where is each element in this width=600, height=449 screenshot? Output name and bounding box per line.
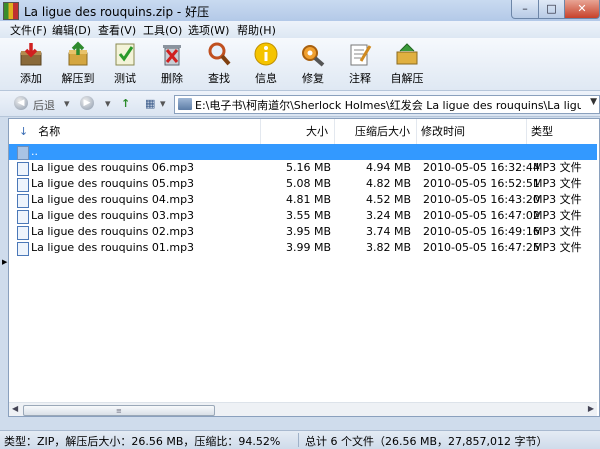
find-button[interactable]: 查找	[193, 40, 245, 88]
repair-icon	[302, 45, 325, 67]
find-icon	[208, 42, 231, 66]
up-folder-icon[interactable]: ↑	[121, 97, 130, 110]
self-extract-button[interactable]: 自解压	[381, 40, 433, 88]
back-label[interactable]: 后退	[33, 97, 55, 113]
mp3-file-icon	[17, 210, 29, 224]
column-modified[interactable]: 修改时间	[417, 119, 527, 144]
address-dropdown-icon[interactable]: ▼	[590, 97, 597, 107]
parent-folder-icon	[17, 146, 29, 160]
menu-edit[interactable]: 编辑(D)	[50, 22, 93, 38]
scrollbar-thumb[interactable]: ≡	[23, 405, 215, 416]
file-row[interactable]: La ligue des rouquins 05.mp3 5.08 MB 4.8…	[9, 176, 597, 192]
menu-bar: 文件(F) 编辑(D) 查看(V) 工具(O) 选项(W) 帮助(H)	[0, 21, 600, 38]
comment-button[interactable]: 注释	[334, 40, 386, 88]
haozip-app-icon	[3, 2, 19, 20]
mp3-file-icon	[17, 162, 29, 176]
column-packed-size[interactable]: 压缩后大小	[335, 119, 417, 144]
file-row[interactable]: La ligue des rouquins 01.mp3 3.99 MB 3.8…	[9, 240, 597, 256]
file-row[interactable]: La ligue des rouquins 02.mp3 3.95 MB 3.7…	[9, 224, 597, 240]
column-name[interactable]: ↓ 名称	[9, 119, 261, 144]
toolbar: 添加 解压到 测试 删除 查找 信息 修复 注释 自解压	[0, 38, 600, 91]
mp3-file-icon	[17, 178, 29, 192]
total-summary: 总计 6 个文件（26.56 MB，27,857,012 字节）	[305, 435, 548, 448]
column-size[interactable]: 大小	[261, 119, 335, 144]
menu-options[interactable]: 选项(W)	[186, 22, 231, 38]
folder-icon	[178, 98, 192, 110]
back-icon[interactable]: ◀	[14, 96, 28, 110]
scroll-left-icon[interactable]: ◀	[12, 404, 18, 413]
delete-icon	[163, 45, 181, 66]
horizontal-scrollbar[interactable]: ◀ ≡ ▶	[9, 402, 597, 416]
maximize-button[interactable]: □	[538, 0, 565, 19]
minimize-button[interactable]: –	[511, 0, 539, 19]
status-bar: 类型：ZIP，解压后大小：26.56 MB，压缩比：94.52% 总计 6 个文…	[0, 430, 600, 449]
test-icon	[115, 43, 135, 66]
expand-panel-icon[interactable]: ▶	[2, 258, 7, 266]
status-divider	[298, 433, 299, 447]
self-extract-icon	[396, 43, 418, 65]
mp3-file-icon	[17, 194, 29, 208]
address-bar: ◀ 后退 ▾ ▶ ▾ ↑ ▦ ▾ E:\电子书\柯南道尔\Sherlock Ho…	[0, 91, 600, 117]
window-title: La ligue des rouquins.zip - 好压	[24, 5, 210, 19]
address-path[interactable]: E:\电子书\柯南道尔\Sherlock Holmes\红发会 La ligue…	[195, 97, 581, 113]
scroll-right-icon[interactable]: ▶	[588, 404, 594, 413]
menu-help[interactable]: 帮助(H)	[235, 22, 278, 38]
mp3-file-icon	[17, 226, 29, 240]
file-row[interactable]: La ligue des rouquins 03.mp3 3.55 MB 3.2…	[9, 208, 597, 224]
view-dropdown-icon[interactable]: ▾	[160, 97, 166, 110]
side-panel-grip[interactable]: ▶	[0, 118, 8, 417]
comment-icon	[350, 44, 372, 66]
list-header: ↓ 名称 大小 压缩后大小 修改时间 类型	[9, 119, 597, 145]
title-bar: La ligue des rouquins.zip - 好压 – □ ✕	[0, 0, 600, 22]
info-icon	[254, 42, 278, 66]
view-mode-icon[interactable]: ▦	[145, 97, 155, 110]
menu-file[interactable]: 文件(F)	[8, 22, 49, 38]
test-button[interactable]: 测试	[99, 40, 151, 88]
forward-dropdown-icon[interactable]: ▾	[105, 97, 111, 110]
parent-folder-row[interactable]: ..	[9, 144, 597, 160]
back-dropdown-icon[interactable]: ▾	[64, 97, 70, 110]
add-icon	[20, 43, 42, 66]
archive-info: 类型：ZIP，解压后大小：26.56 MB，压缩比：94.52%	[4, 435, 281, 448]
add-button[interactable]: 添加	[5, 40, 57, 88]
file-list: ↓ 名称 大小 压缩后大小 修改时间 类型 .. La ligue des rou…	[8, 118, 600, 417]
grip-icon: ≡	[116, 407, 122, 415]
file-row[interactable]: La ligue des rouquins 06.mp3 5.16 MB 4.9…	[9, 160, 597, 176]
address-field[interactable]: E:\电子书\柯南道尔\Sherlock Holmes\红发会 La ligue…	[174, 95, 600, 114]
delete-button[interactable]: 删除	[146, 40, 198, 88]
file-row[interactable]: La ligue des rouquins 04.mp3 4.81 MB 4.5…	[9, 192, 597, 208]
mp3-file-icon	[17, 242, 29, 256]
forward-icon[interactable]: ▶	[80, 96, 94, 110]
info-button[interactable]: 信息	[240, 40, 292, 88]
menu-view[interactable]: 查看(V)	[96, 22, 138, 38]
column-type[interactable]: 类型	[527, 119, 597, 144]
close-button[interactable]: ✕	[564, 0, 600, 19]
sort-down-icon: ↓	[19, 125, 29, 138]
extract-to-button[interactable]: 解压到	[52, 40, 104, 88]
extract-to-icon	[68, 41, 88, 66]
repair-button[interactable]: 修复	[287, 40, 339, 88]
menu-tools[interactable]: 工具(O)	[141, 22, 184, 38]
